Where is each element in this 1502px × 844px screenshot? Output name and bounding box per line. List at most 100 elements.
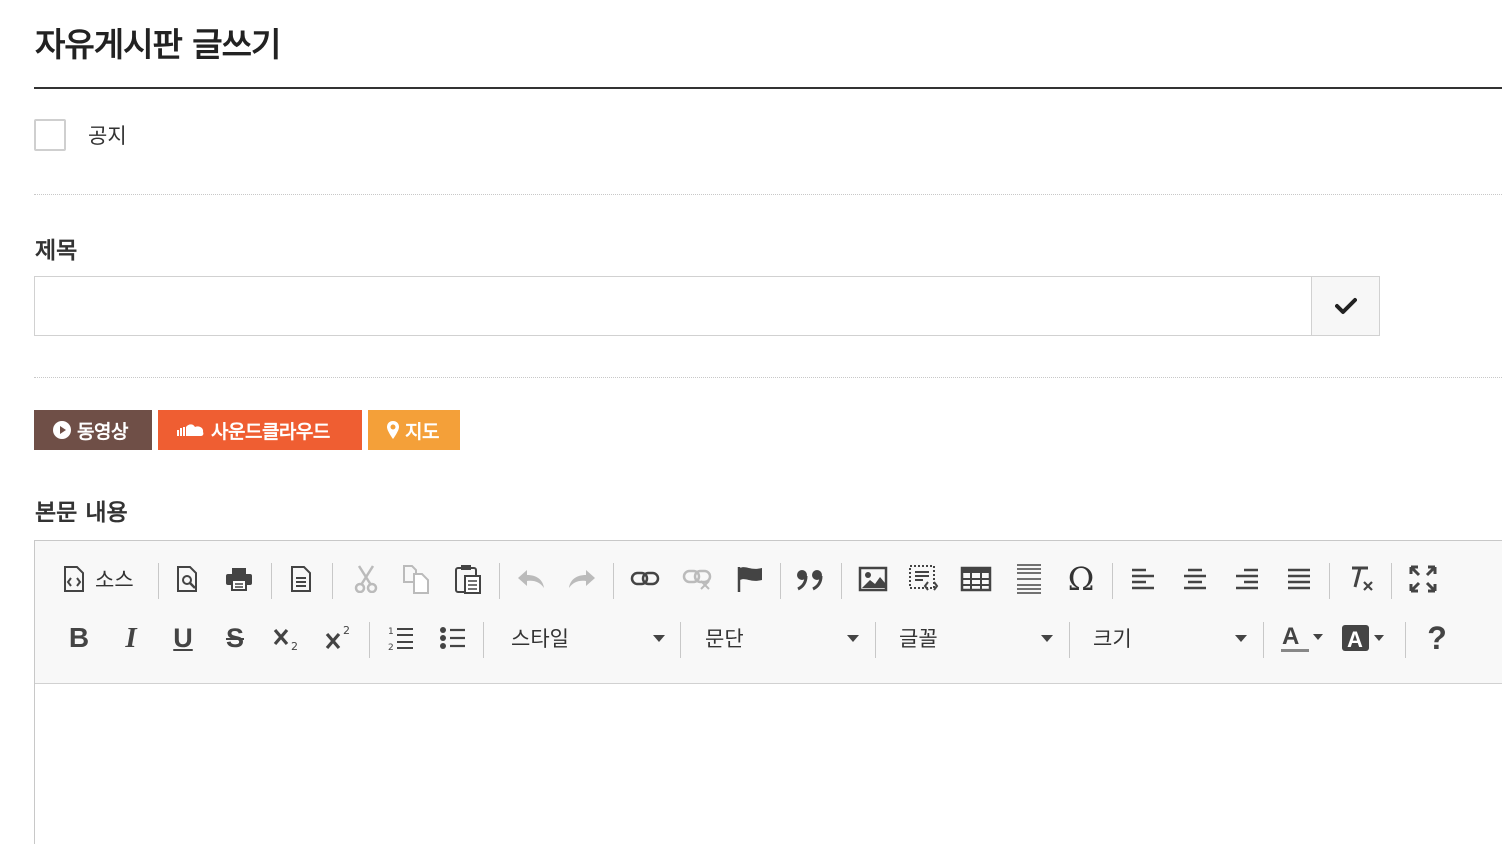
- toolbar-separator: [271, 563, 272, 599]
- toolbar-separator: [613, 563, 614, 599]
- cut-icon: [354, 565, 378, 593]
- rich-text-editor: 소스 Ω B I U S 2 2 1 2 스타일 문단 글꼴 크기 A A ?: [34, 540, 1502, 844]
- paragraph-combo[interactable]: 문단: [705, 612, 859, 664]
- horizontal-rule-button[interactable]: [1011, 553, 1047, 605]
- page-title: 자유게시판 글쓰기: [35, 25, 281, 64]
- section-divider: [34, 377, 1502, 378]
- soundcloud-button[interactable]: 사운드클라우드: [158, 410, 362, 450]
- source-button[interactable]: 소스: [63, 553, 149, 605]
- anchor-icon: [737, 567, 762, 592]
- numbered-list-button[interactable]: 12: [383, 612, 419, 664]
- strike-button[interactable]: S: [217, 612, 253, 664]
- text-color-icon: A: [1281, 623, 1323, 652]
- bold-button[interactable]: B: [61, 612, 97, 664]
- video-button[interactable]: 동영상: [34, 410, 152, 450]
- iframe-button[interactable]: [906, 553, 942, 605]
- print-button[interactable]: [221, 553, 257, 605]
- font-combo[interactable]: 글꼴: [899, 612, 1053, 664]
- align-center-icon: [1184, 568, 1206, 590]
- blockquote-icon: [797, 570, 823, 591]
- svg-text:2: 2: [343, 624, 350, 637]
- blockquote-button[interactable]: [792, 553, 828, 605]
- remove-format-icon: [1352, 566, 1373, 591]
- soundcloud-icon: [177, 424, 204, 436]
- editor-content-area[interactable]: [35, 684, 1502, 844]
- paste-button[interactable]: [450, 553, 486, 605]
- align-justify-button[interactable]: [1281, 553, 1317, 605]
- unlink-button[interactable]: [679, 553, 715, 605]
- notice-checkbox[interactable]: [34, 119, 66, 151]
- link-icon: [630, 571, 660, 586]
- chevron-down-icon: [847, 634, 859, 642]
- body-label: 본문 내용: [35, 500, 128, 526]
- image-icon: [858, 566, 888, 592]
- map-button[interactable]: 지도: [368, 410, 460, 450]
- toolbar-separator: [158, 563, 159, 599]
- templates-button[interactable]: [284, 553, 318, 605]
- maximize-button[interactable]: [1405, 553, 1441, 605]
- notice-label: 공지: [88, 124, 127, 148]
- special-char-button[interactable]: Ω: [1063, 553, 1099, 605]
- map-marker-icon: [387, 421, 399, 439]
- subject-label: 제목: [35, 238, 78, 264]
- notice-row: 공지: [34, 119, 127, 151]
- copy-button[interactable]: [398, 553, 434, 605]
- templates-icon: [291, 566, 311, 592]
- special-char-icon: Ω: [1067, 560, 1095, 598]
- bulleted-list-button[interactable]: [435, 612, 471, 664]
- help-button[interactable]: ?: [1419, 612, 1455, 664]
- help-icon: ?: [1427, 619, 1447, 656]
- bold-icon: B: [68, 622, 90, 653]
- subscript-button[interactable]: 2: [269, 612, 305, 664]
- section-divider: [34, 194, 1502, 195]
- map-button-label: 지도: [405, 420, 439, 443]
- size-combo[interactable]: 크기: [1093, 612, 1247, 664]
- copy-icon: [403, 565, 429, 594]
- subscript-icon: 2: [273, 628, 298, 652]
- paste-icon: [455, 565, 481, 594]
- subject-input[interactable]: [35, 277, 1311, 335]
- play-circle-icon: [53, 421, 71, 439]
- numbered-list-icon: 12: [388, 627, 413, 652]
- cut-button[interactable]: [348, 553, 384, 605]
- align-center-button[interactable]: [1177, 553, 1213, 605]
- superscript-icon: 2: [325, 624, 350, 650]
- svg-text:2: 2: [388, 643, 394, 652]
- align-right-button[interactable]: [1229, 553, 1265, 605]
- toolbar-separator: [1405, 622, 1406, 658]
- link-button[interactable]: [627, 553, 663, 605]
- image-button[interactable]: [855, 553, 891, 605]
- toolbar-separator: [1069, 622, 1070, 658]
- toolbar-separator: [680, 622, 681, 658]
- underline-icon: U: [173, 622, 193, 653]
- redo-button[interactable]: [564, 553, 600, 605]
- editor-toolbar: 소스 Ω B I U S 2 2 1 2 스타일 문단 글꼴 크기 A A ?: [35, 541, 1502, 684]
- anchor-button[interactable]: [732, 553, 768, 605]
- undo-button[interactable]: [513, 553, 549, 605]
- align-justify-icon: [1288, 568, 1310, 590]
- title-divider: [34, 87, 1502, 89]
- toolbar-separator: [875, 622, 876, 658]
- italic-button[interactable]: I: [113, 612, 149, 664]
- bulleted-list-icon: [440, 627, 465, 649]
- preview-button[interactable]: [171, 553, 205, 605]
- toolbar-separator: [1263, 622, 1264, 658]
- svg-text:A: A: [1282, 623, 1299, 650]
- superscript-button[interactable]: 2: [321, 612, 357, 664]
- subject-check-button[interactable]: [1311, 277, 1379, 335]
- toolbar-row-2: B I U S 2 2 12 스타일 문단 글꼴 크기 A A ?: [35, 612, 1475, 664]
- bg-color-icon: A: [1342, 625, 1384, 652]
- preview-icon: [177, 566, 197, 592]
- paragraph-combo-label: 문단: [705, 627, 744, 651]
- maximize-icon: [1409, 565, 1437, 593]
- toolbar-separator: [1112, 563, 1113, 599]
- table-button[interactable]: [958, 553, 994, 605]
- style-combo[interactable]: 스타일: [511, 612, 665, 664]
- source-icon: [64, 566, 84, 592]
- bg-color-button[interactable]: A: [1339, 612, 1389, 664]
- text-color-button[interactable]: A: [1277, 612, 1327, 664]
- remove-format-button[interactable]: [1343, 553, 1379, 605]
- align-left-button[interactable]: [1125, 553, 1161, 605]
- underline-button[interactable]: U: [165, 612, 201, 664]
- align-right-icon: [1236, 568, 1258, 590]
